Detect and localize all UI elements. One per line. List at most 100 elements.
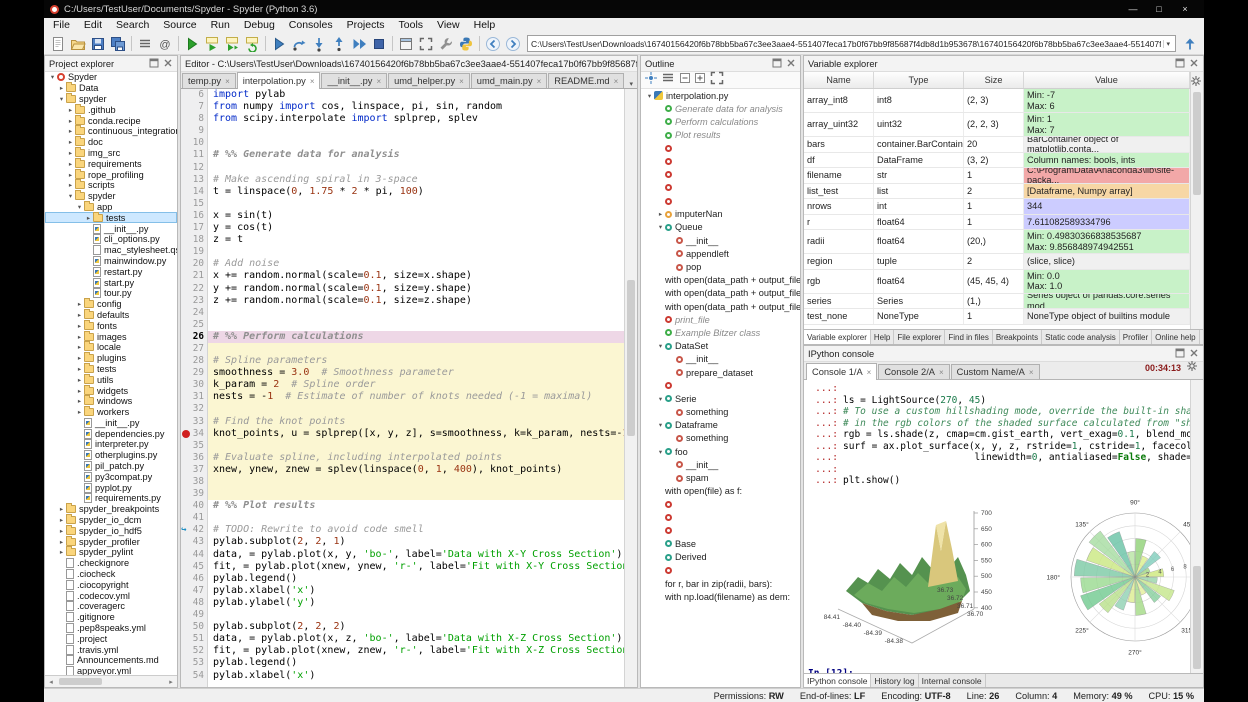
tree-item[interactable]: ▸spyder_io_dcm (45, 515, 177, 526)
code-line[interactable]: t = linspace(0, 1.75 * 2 * pi, 100) (208, 186, 624, 198)
tree-item[interactable]: ▸rope_profiling (45, 169, 177, 180)
code-line[interactable]: # Make ascending spiral in 3-space (208, 174, 624, 186)
step-over-icon[interactable] (289, 34, 309, 54)
gutter-cell[interactable]: 52 (181, 645, 207, 657)
tree-expand-icon[interactable]: ▸ (75, 300, 84, 308)
expand-icon[interactable] (694, 71, 706, 89)
tree-item[interactable]: __init__.py (45, 418, 177, 429)
outline-item[interactable]: prepare_dataset (641, 366, 800, 379)
table-options-icon[interactable] (1190, 74, 1202, 92)
gutter-cell[interactable]: 15 (181, 198, 207, 210)
pane-tab-find-in-files[interactable]: Find in files (945, 330, 992, 344)
code-line[interactable]: data, = pylab.plot(x, z, 'bo-', label='D… (208, 633, 624, 645)
column-header-name[interactable]: Name (804, 72, 874, 88)
editor-vscrollbar[interactable] (624, 89, 637, 687)
code-line[interactable] (208, 476, 624, 488)
gutter-cell[interactable]: 53 (181, 657, 207, 669)
code-line[interactable] (208, 198, 624, 210)
gutter-cell[interactable]: 9 (181, 125, 207, 137)
tree-item[interactable]: .codecov.yml (45, 590, 177, 601)
file-switcher-icon[interactable] (135, 34, 155, 54)
tree-item[interactable]: ▾Spyder (45, 72, 177, 83)
tree-expand-icon[interactable]: ▸ (75, 408, 84, 416)
gutter-cell[interactable]: 44 (181, 549, 207, 561)
gutter-cell[interactable]: 19 (181, 246, 207, 258)
code-line[interactable]: # Evaluate spline, including interpolate… (208, 452, 624, 464)
tree-collapse-icon[interactable]: ▾ (656, 395, 665, 403)
tree-collapse-icon[interactable]: ▾ (75, 203, 84, 211)
code-line[interactable]: # %% Plot results (208, 500, 624, 512)
close-icon[interactable]: × (376, 77, 381, 86)
tree-expand-icon[interactable]: ▸ (57, 516, 66, 524)
tree-expand-icon[interactable]: ▸ (57, 548, 66, 556)
tree-item[interactable]: ▸widgets (45, 385, 177, 396)
code-line[interactable]: xnew, ynew, znew = splev(linspace(0, 1, … (208, 464, 624, 476)
tree-expand-icon[interactable]: ▸ (75, 311, 84, 319)
code-line[interactable]: pylab.xlabel('x') (208, 670, 624, 682)
preferences-icon[interactable] (436, 34, 456, 54)
outline-item[interactable]: Example Bitzer class (641, 326, 800, 339)
code-line[interactable]: pylab.xlabel('x') (208, 585, 624, 597)
step-into-icon[interactable] (309, 34, 329, 54)
gutter-cell[interactable]: 6 (181, 89, 207, 101)
gutter-cell[interactable]: 40 (181, 500, 207, 512)
code-line[interactable]: fit, = pylab.plot(xnew, znew, 'r-', labe… (208, 645, 624, 657)
tree-expand-icon[interactable]: ▸ (75, 387, 84, 395)
column-header-size[interactable]: Size (964, 72, 1024, 88)
tree-item[interactable]: otherplugins.py (45, 450, 177, 461)
run-cell-icon[interactable] (202, 34, 222, 54)
outline-item[interactable] (641, 524, 800, 537)
outline-item[interactable]: __init__ (641, 234, 800, 247)
tree-expand-icon[interactable]: ▸ (656, 210, 665, 218)
table-row[interactable]: test_noneNoneType1NoneType object of bui… (804, 309, 1190, 325)
gutter-cell[interactable]: 47 (181, 585, 207, 597)
gutter-cell[interactable]: 49 (181, 609, 207, 621)
code-line[interactable]: nests = -1 # Estimate of number of knots… (208, 391, 624, 403)
tree-expand-icon[interactable]: ▸ (75, 333, 84, 341)
close-icon[interactable]: × (310, 77, 315, 86)
tree-collapse-icon[interactable]: ▾ (656, 342, 665, 350)
gutter-cell[interactable]: 41 (181, 512, 207, 524)
gutter-cell[interactable]: 20 (181, 258, 207, 270)
tree-expand-icon[interactable]: ▸ (66, 117, 75, 125)
tree-item[interactable]: ▸spyder_pylint (45, 547, 177, 558)
gutter-cell[interactable]: 25 (181, 319, 207, 331)
close-icon[interactable]: × (225, 77, 230, 86)
gutter-cell[interactable]: 16 (181, 210, 207, 222)
gutter-cell[interactable]: 48 (181, 597, 207, 609)
gutter-cell[interactable]: 35 (181, 440, 207, 452)
float-icon[interactable] (772, 58, 782, 70)
code-line[interactable]: from numpy import cos, linspace, pi, sin… (208, 101, 624, 113)
outline-item[interactable]: ▾Serie (641, 392, 800, 405)
menu-consoles[interactable]: Consoles (282, 18, 340, 33)
gutter-cell[interactable]: 54 (181, 670, 207, 682)
menu-run[interactable]: Run (204, 18, 237, 33)
collapse-icon[interactable] (679, 71, 691, 89)
gutter-cell[interactable]: 39 (181, 488, 207, 500)
next-icon[interactable] (503, 34, 523, 54)
code-line[interactable] (208, 488, 624, 500)
tree-collapse-icon[interactable]: ▾ (57, 95, 66, 103)
menu-debug[interactable]: Debug (237, 18, 282, 33)
tree-item[interactable]: restart.py (45, 266, 177, 277)
tree-item[interactable]: .coveragerc (45, 601, 177, 612)
outline-item[interactable]: Derived (641, 551, 800, 564)
open-file-icon[interactable] (68, 34, 88, 54)
gutter-cell[interactable]: 46 (181, 573, 207, 585)
tree-item[interactable]: .travis.yml (45, 644, 177, 655)
gutter-cell[interactable]: 11 (181, 149, 207, 161)
console-vscrollbar[interactable] (1190, 380, 1203, 673)
menu-search[interactable]: Search (109, 18, 156, 33)
tree-item[interactable]: dependencies.py (45, 428, 177, 439)
tree-item[interactable]: ▸defaults (45, 310, 177, 321)
code-line[interactable]: # Find the knot points (208, 416, 624, 428)
code-line[interactable] (208, 246, 624, 258)
save-all-icon[interactable] (108, 34, 128, 54)
float-icon[interactable] (1175, 58, 1185, 70)
tree-item[interactable]: ▸img_src (45, 148, 177, 159)
gutter-cell[interactable]: 22 (181, 283, 207, 295)
tree-item[interactable]: ▸Data (45, 83, 177, 94)
code-line[interactable]: knot_points, u = splprep([x, y, z], s=sm… (208, 428, 624, 440)
code-line[interactable] (208, 137, 624, 149)
bottom-tab-ipython-console[interactable]: IPython console (804, 674, 871, 687)
